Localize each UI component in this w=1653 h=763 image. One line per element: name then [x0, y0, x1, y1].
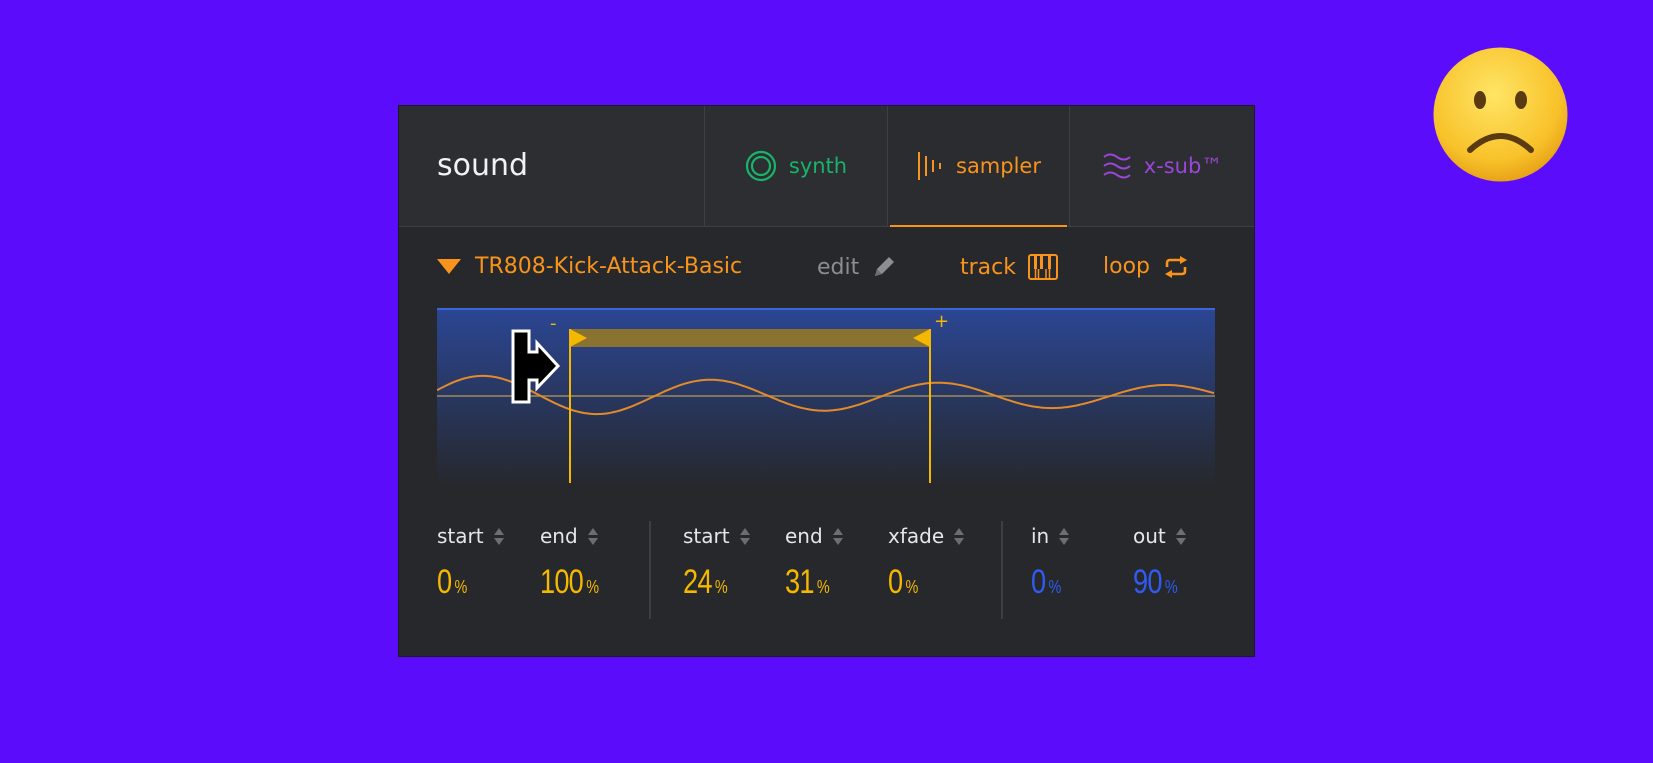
frowning-face-icon	[1433, 47, 1568, 182]
xfade-stepper[interactable]	[954, 527, 965, 545]
xfade-value: 0	[888, 563, 903, 601]
loop-end-stepper[interactable]	[832, 527, 843, 545]
loop-end-value: 31	[785, 563, 814, 601]
piano-keys-icon	[1028, 254, 1058, 280]
xfade-control[interactable]: xfade 0%	[888, 521, 965, 602]
tab-synth-label: synth	[788, 154, 848, 178]
loop-start-value: 24	[683, 563, 712, 601]
sample-name: TR808-Kick-Attack-Basic	[475, 254, 743, 279]
sample-end-value: 100	[540, 563, 584, 601]
sample-end-control[interactable]: end 100%	[540, 521, 613, 602]
loop-button[interactable]: loop	[1103, 254, 1190, 279]
loop-end-control[interactable]: end 31%	[785, 521, 843, 602]
track-button[interactable]: track	[960, 254, 1058, 280]
panel-header: sound synth sampler x-sub™	[399, 106, 1254, 227]
xfade-unit: %	[905, 577, 919, 597]
fade-out-stepper[interactable]	[1175, 527, 1186, 545]
fade-in-stepper[interactable]	[1059, 527, 1070, 545]
loop-end-unit: %	[816, 577, 830, 597]
fade-out-value: 90	[1133, 563, 1162, 601]
sample-start-stepper[interactable]	[493, 527, 504, 545]
fade-in-value: 0	[1031, 563, 1046, 601]
waveform-display[interactable]: - +	[437, 308, 1215, 486]
waves-icon	[1103, 153, 1131, 179]
sample-end-stepper[interactable]	[587, 527, 598, 545]
sample-toolbar: TR808-Kick-Attack-Basic edit track loop	[437, 254, 1217, 288]
fade-in-unit: %	[1048, 577, 1062, 597]
loop-label: loop	[1103, 254, 1150, 279]
loop-start-stepper[interactable]	[739, 527, 750, 545]
loop-start-control[interactable]: start 24%	[683, 521, 750, 602]
sample-end-unit: %	[586, 577, 599, 597]
sample-selector[interactable]: TR808-Kick-Attack-Basic	[437, 254, 742, 279]
loop-icon	[1165, 255, 1187, 278]
sample-start-unit: %	[454, 577, 468, 597]
track-label: track	[960, 254, 1016, 280]
sample-start-value: 0	[437, 563, 452, 601]
fade-out-label: out	[1133, 524, 1166, 548]
sample-end-label: end	[540, 524, 578, 548]
triangle-down-icon	[437, 258, 461, 274]
fade-in-label: in	[1031, 524, 1050, 548]
loop-region-bar[interactable]	[570, 329, 930, 347]
loop-start-unit: %	[714, 577, 728, 597]
loop-plus-label: +	[934, 311, 949, 332]
tab-synth[interactable]: synth	[704, 106, 887, 226]
sample-start-control[interactable]: start 0%	[437, 521, 504, 602]
tab-x-sub-label: x-sub™	[1143, 154, 1223, 178]
xfade-label: xfade	[888, 524, 945, 548]
edit-button[interactable]: edit	[817, 254, 897, 280]
edit-label: edit	[817, 254, 860, 280]
ring-icon	[745, 150, 776, 182]
controls-divider	[649, 521, 651, 619]
loop-end-label: end	[785, 524, 823, 548]
pencil-icon	[875, 257, 895, 276]
fade-in-control[interactable]: in 0%	[1031, 521, 1070, 602]
tab-sampler[interactable]: sampler	[887, 106, 1070, 227]
controls-row: start 0% end 100% start 24% end 31% xfad…	[399, 521, 1254, 636]
sampler-panel: sound synth sampler x-sub™ TR808-Kick-At…	[399, 106, 1254, 656]
sample-start-label: start	[437, 524, 484, 548]
controls-divider	[1001, 521, 1003, 619]
panel-title: sound	[437, 148, 529, 183]
bars-icon	[918, 152, 941, 180]
loop-minus-label: -	[550, 313, 557, 334]
fade-out-unit: %	[1164, 577, 1178, 597]
tab-sampler-label: sampler	[956, 154, 1041, 178]
fade-out-control[interactable]: out 90%	[1133, 521, 1188, 602]
tab-x-sub[interactable]: x-sub™	[1070, 106, 1254, 226]
loop-start-label: start	[683, 524, 730, 548]
